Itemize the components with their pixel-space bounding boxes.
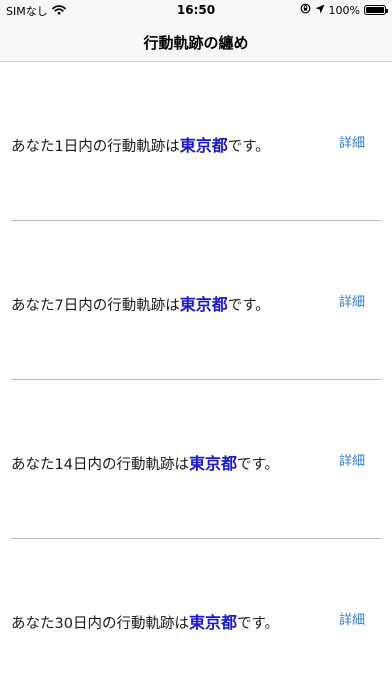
row-prefix: あなた30日内の行動軌跡は [11, 616, 189, 632]
place-name: 東京都 [188, 454, 237, 473]
row-text: あなた1日内の行動軌跡は東京都です。 [11, 132, 270, 156]
list-item-14day: あなた14日内の行動軌跡は東京都です。 詳細 [0, 380, 392, 539]
status-right: 100% [300, 3, 388, 17]
place-name: 東京都 [179, 295, 228, 314]
row-prefix: あなた1日内の行動軌跡は [11, 139, 180, 155]
list-item-7day: あなた7日内の行動軌跡は東京都です。 詳細 [0, 221, 392, 380]
page-title: 行動軌跡の纏め [143, 34, 249, 52]
battery-percent: 100% [328, 3, 360, 17]
place-name: 東京都 [179, 136, 228, 155]
detail-button[interactable]: 詳細 [339, 450, 365, 469]
row-prefix: あなた7日内の行動軌跡は [11, 298, 180, 314]
battery-cap [386, 9, 388, 13]
row-text: あなた30日内の行動軌跡は東京都です。 [11, 609, 279, 633]
row-suffix: です。 [227, 298, 270, 314]
status-bar: SIMなし 16:50 100% [0, 0, 392, 22]
row-prefix: あなた14日内の行動軌跡は [11, 457, 189, 473]
battery-fill [366, 7, 384, 13]
row-suffix: です。 [236, 616, 280, 632]
detail-button[interactable]: 詳細 [339, 291, 365, 310]
list-item-1day: あなた1日内の行動軌跡は東京都です。 詳細 [0, 62, 392, 221]
row-text: あなた7日内の行動軌跡は東京都です。 [11, 291, 270, 315]
row-suffix: です。 [236, 457, 280, 473]
battery-icon [364, 5, 388, 15]
lock-rotation-icon [300, 3, 311, 17]
summary-list: あなた1日内の行動軌跡は東京都です。 詳細 あなた7日内の行動軌跡は東京都です。… [0, 62, 392, 696]
row-suffix: です。 [227, 139, 270, 155]
place-name: 東京都 [188, 613, 237, 632]
detail-button[interactable]: 詳細 [339, 609, 365, 628]
detail-button[interactable]: 詳細 [339, 132, 365, 151]
location-arrow-icon [315, 4, 325, 17]
row-text: あなた14日内の行動軌跡は東京都です。 [11, 450, 279, 474]
navigation-bar: 行動軌跡の纏め [0, 22, 392, 62]
list-item-30day: あなた30日内の行動軌跡は東京都です。 詳細 [0, 539, 392, 696]
